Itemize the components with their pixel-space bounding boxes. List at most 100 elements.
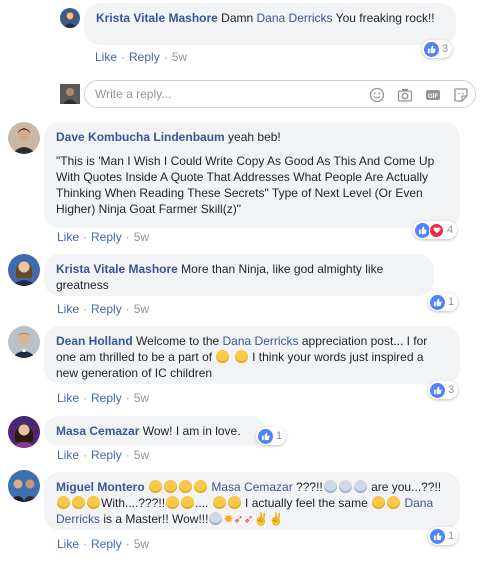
wink-emoji-icon [212, 496, 226, 509]
laugh-emoji-icon [372, 496, 386, 509]
rock-hand-icon: ✌ [253, 512, 269, 526]
timestamp[interactable]: 5w [172, 50, 187, 64]
tired-emoji-icon [72, 496, 85, 509]
mention-link[interactable]: Masa Cemazar [211, 480, 292, 494]
like-icon [430, 382, 445, 398]
comment-bubble: Miguel Montero Masa Cemazar ???!! are yo… [44, 472, 460, 530]
avatar[interactable] [8, 326, 40, 358]
reply-link[interactable]: Reply [91, 537, 122, 551]
reaction-count[interactable]: 1 [428, 293, 459, 311]
comment-text: I actually feel the same [241, 496, 372, 510]
camera-icon[interactable] [397, 87, 413, 103]
heart-icon [429, 222, 444, 238]
comment-actions: Like · Reply · 5w [57, 391, 150, 405]
grin-emoji-icon [227, 496, 241, 509]
commenter-name[interactable]: Krista Vitale Mashore [96, 11, 218, 25]
comment-text: You freaking rock!! [332, 11, 435, 25]
reply-link[interactable]: Reply [129, 50, 160, 64]
commenter-name[interactable]: Dave Kombucha Lindenbaum [56, 130, 225, 144]
reaction-number: 1 [448, 296, 455, 308]
commenter-name[interactable]: Miguel Montero [56, 480, 145, 494]
like-link[interactable]: Like [57, 537, 79, 551]
emoji-icon[interactable] [369, 87, 385, 103]
avatar[interactable] [8, 122, 40, 154]
mention-link[interactable]: Dana Derricks [223, 334, 299, 348]
comment-text: Damn [221, 11, 257, 25]
mention-link[interactable]: Dana Derricks [257, 11, 333, 25]
timestamp[interactable]: 5w [134, 448, 149, 462]
scream-emoji-icon [323, 480, 337, 493]
tired-emoji-icon [87, 496, 100, 509]
reaction-count[interactable]: 3 [422, 40, 453, 58]
like-link[interactable]: Like [95, 50, 117, 64]
gif-icon[interactable]: GIF [425, 87, 441, 103]
svg-text:GIF: GIF [428, 94, 438, 100]
comment-actions: Like · Reply · 5w [57, 537, 150, 551]
scream-emoji-icon [338, 480, 352, 493]
comment-text: Wow! I am in love. [142, 424, 241, 438]
comment-text: "This is 'Man I Wish I Could Write Copy … [56, 154, 435, 216]
worried-emoji-icon [181, 496, 195, 509]
comment-actions: Like · Reply · 5w [57, 448, 150, 462]
comment-bubble: Krista Vitale Mashore Damn Dana Derricks… [84, 3, 456, 45]
surprised-emoji-icon [179, 480, 193, 493]
like-link[interactable]: Like [57, 302, 79, 316]
comment-text: ???!! [292, 480, 323, 494]
reaction-count[interactable]: 4 [413, 221, 458, 239]
reaction-count[interactable]: 1 [256, 427, 287, 445]
comment-actions: Like · Reply · 5w [57, 302, 150, 316]
reaction-number: 1 [276, 430, 283, 442]
current-user-avatar [60, 84, 80, 104]
comment-text: With....???!! [101, 496, 166, 510]
like-link[interactable]: Like [57, 448, 79, 462]
reply-link[interactable]: Reply [91, 391, 122, 405]
comment-bubble: Masa Cemazar Wow! I am in love. [44, 416, 266, 446]
reply-link[interactable]: Reply [91, 448, 122, 462]
commenter-name[interactable]: Dean Holland [56, 334, 133, 348]
tired-emoji-icon [57, 496, 70, 509]
like-icon [258, 428, 273, 444]
comment-bubble: Krista Vitale Mashore More than Ninja, l… [44, 254, 434, 296]
rocket-icon: ➶ [233, 512, 244, 526]
scream-emoji-icon [209, 512, 223, 525]
reaction-number: 1 [448, 530, 455, 542]
commenter-name[interactable]: Masa Cemazar [56, 424, 139, 438]
comment-bubble: Dean Holland Welcome to the Dana Derrick… [44, 326, 460, 384]
reply-link[interactable]: Reply [91, 230, 122, 244]
comment-text: is a Master!! Wow!!! [100, 512, 209, 526]
smile-emoji-icon [234, 350, 248, 363]
timestamp[interactable]: 5w [134, 302, 149, 316]
reaction-count[interactable]: 3 [428, 381, 459, 399]
timestamp[interactable]: 5w [134, 391, 149, 405]
avatar[interactable] [8, 470, 40, 502]
rocket-icon: ➶ [243, 512, 254, 526]
avatar[interactable] [8, 416, 40, 448]
reply-box[interactable]: GIF [84, 80, 476, 108]
like-link[interactable]: Like [57, 230, 79, 244]
reply-link[interactable]: Reply [91, 302, 122, 316]
avatar[interactable] [60, 8, 80, 28]
like-icon [430, 294, 445, 310]
comment-text: Welcome to the [136, 334, 223, 348]
timestamp[interactable]: 5w [134, 230, 149, 244]
timestamp[interactable]: 5w [134, 537, 149, 551]
comment-actions: Like · Reply · 5w [57, 230, 150, 244]
scream-emoji-icon [353, 480, 367, 493]
comment-text: are you...??!! [367, 480, 442, 494]
sticker-icon[interactable] [453, 87, 469, 103]
commenter-name[interactable]: Krista Vitale Mashore [56, 262, 178, 276]
comment-text: yeah beb! [228, 130, 281, 144]
grimace-emoji-icon [164, 480, 178, 493]
comment-actions: Like · Reply · 5w [95, 50, 188, 64]
avatar[interactable] [8, 254, 40, 286]
comment-text: .... [195, 496, 212, 510]
rock-hand-icon: ✌ [268, 512, 284, 526]
like-icon [424, 41, 439, 57]
reply-input[interactable] [93, 86, 357, 102]
surprised-emoji-icon [194, 480, 208, 493]
reaction-number: 4 [447, 224, 454, 236]
reaction-count[interactable]: 1 [428, 527, 459, 545]
like-link[interactable]: Like [57, 391, 79, 405]
worried-emoji-icon [166, 496, 180, 509]
laugh-emoji-icon [387, 496, 401, 509]
